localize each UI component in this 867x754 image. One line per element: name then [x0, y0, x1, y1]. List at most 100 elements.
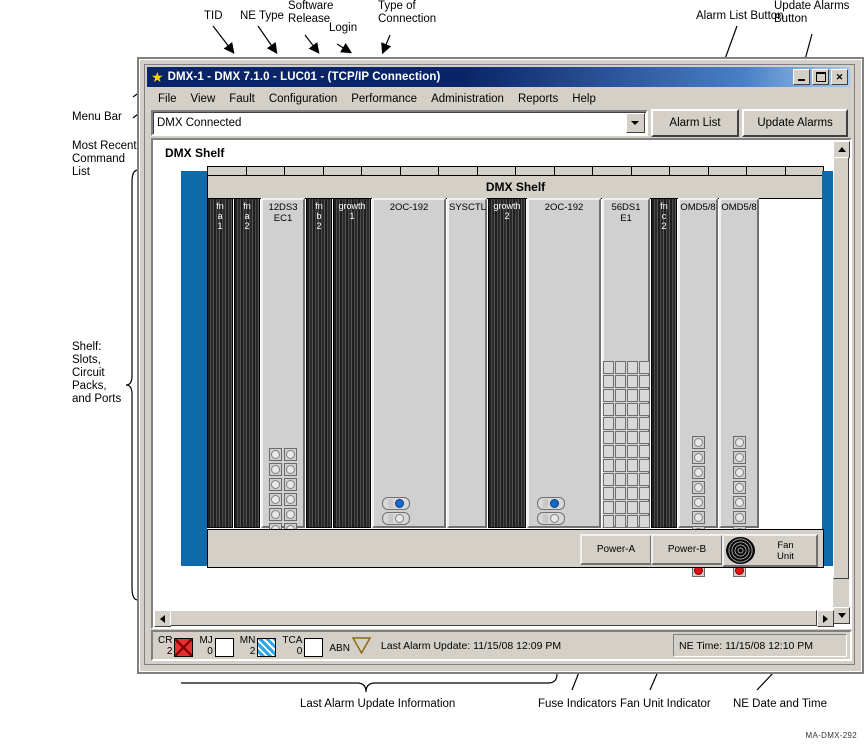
title-bar[interactable]: ★ DMX-1 - DMX 7.1.0 - LUC01 - (TCP/IP Co… — [147, 67, 850, 87]
port-indicator[interactable] — [691, 496, 705, 509]
optical-port[interactable] — [537, 497, 565, 510]
alarm-list-button[interactable]: Alarm List — [650, 108, 740, 137]
port-indicator[interactable] — [691, 466, 705, 479]
most-recent-command-combobox[interactable]: DMX Connected — [151, 109, 648, 136]
port-indicator[interactable] — [614, 416, 626, 430]
circuit-pack-sysctl-7[interactable]: SYSCTL — [447, 198, 487, 528]
horizontal-scrollbar-thumb[interactable] — [170, 610, 817, 626]
port-indicator[interactable] — [269, 463, 282, 476]
circuit-pack-fnb2-4[interactable]: fn b 2 — [306, 198, 332, 528]
vertical-scrollbar-thumb[interactable] — [833, 157, 849, 579]
update-alarms-button[interactable]: Update Alarms — [742, 108, 849, 137]
scroll-right-button[interactable] — [817, 610, 834, 627]
circuit-pack-growth2-8[interactable]: growth 2 — [488, 198, 526, 528]
port-indicator[interactable] — [638, 500, 650, 514]
port-indicator[interactable] — [269, 478, 282, 491]
port-indicator[interactable] — [284, 508, 297, 521]
port-indicator[interactable] — [691, 436, 705, 449]
alarm-count-mj[interactable]: MJ 0 — [199, 635, 234, 657]
minimize-button[interactable] — [793, 69, 810, 85]
port-indicator[interactable] — [614, 388, 626, 402]
port-indicator[interactable] — [284, 463, 297, 476]
scroll-down-button[interactable] — [833, 607, 850, 624]
port-indicator[interactable] — [626, 430, 638, 444]
port-indicator[interactable] — [626, 360, 638, 374]
port-indicator[interactable] — [626, 416, 638, 430]
port-indicator[interactable] — [691, 451, 705, 464]
port-indicator[interactable] — [691, 511, 705, 524]
circuit-pack-56ds1e1-10[interactable]: 56DS1 E1 — [602, 198, 650, 556]
port-indicator[interactable] — [626, 472, 638, 486]
port-indicator[interactable] — [284, 478, 297, 491]
port-indicator[interactable] — [602, 514, 614, 528]
port-indicator[interactable] — [602, 388, 614, 402]
port-indicator[interactable] — [614, 514, 626, 528]
port-indicator[interactable] — [638, 486, 650, 500]
port-indicator[interactable] — [638, 472, 650, 486]
menu-item-file[interactable]: File — [151, 92, 184, 106]
menu-item-reports[interactable]: Reports — [511, 92, 565, 106]
port-indicator[interactable] — [638, 374, 650, 388]
optical-port[interactable] — [382, 497, 410, 510]
menu-item-performance[interactable]: Performance — [344, 92, 424, 106]
optical-port[interactable] — [537, 512, 565, 525]
port-indicator[interactable] — [602, 360, 614, 374]
port-indicator[interactable] — [732, 466, 746, 479]
scroll-up-button[interactable] — [833, 141, 850, 158]
scroll-left-button[interactable] — [154, 610, 171, 627]
alarm-count-abn[interactable]: ABN — [329, 637, 371, 654]
port-indicator[interactable] — [602, 416, 614, 430]
circuit-pack-fna2-2[interactable]: fn a 2 — [234, 198, 260, 528]
port-indicator[interactable] — [614, 360, 626, 374]
maximize-button[interactable] — [812, 69, 829, 85]
menu-item-help[interactable]: Help — [565, 92, 603, 106]
port-indicator[interactable] — [638, 416, 650, 430]
port-indicator[interactable] — [732, 511, 746, 524]
port-indicator[interactable] — [626, 458, 638, 472]
port-indicator[interactable] — [732, 496, 746, 509]
menu-item-configuration[interactable]: Configuration — [262, 92, 344, 106]
port-indicator[interactable] — [602, 486, 614, 500]
menu-item-fault[interactable]: Fault — [222, 92, 262, 106]
port-indicator[interactable] — [732, 451, 746, 464]
port-indicator[interactable] — [626, 500, 638, 514]
port-indicator[interactable] — [614, 500, 626, 514]
port-indicator[interactable] — [602, 402, 614, 416]
port-indicator[interactable] — [602, 374, 614, 388]
alarm-count-mn[interactable]: MN 2 — [240, 635, 277, 657]
port-indicator[interactable] — [626, 402, 638, 416]
fuse-indicator-power-b[interactable]: Power-B — [651, 534, 723, 565]
port-indicator[interactable] — [638, 458, 650, 472]
fan-unit-indicator[interactable]: Fan Unit — [722, 534, 818, 567]
fuse-indicator-power-a[interactable]: Power-A — [580, 534, 652, 565]
circuit-pack-growth1-5[interactable]: growth 1 — [333, 198, 371, 528]
port-indicator[interactable] — [602, 430, 614, 444]
vertical-scrollbar[interactable] — [833, 141, 850, 624]
horizontal-scrollbar[interactable] — [154, 610, 834, 627]
close-button[interactable]: ✕ — [831, 69, 848, 85]
menu-item-view[interactable]: View — [184, 92, 223, 106]
port-indicator[interactable] — [614, 430, 626, 444]
circuit-pack-fnc2-11[interactable]: fn c 2 — [651, 198, 677, 528]
port-indicator[interactable] — [284, 493, 297, 506]
port-indicator[interactable] — [638, 402, 650, 416]
menu-item-administration[interactable]: Administration — [424, 92, 511, 106]
port-indicator[interactable] — [638, 388, 650, 402]
port-indicator[interactable] — [626, 388, 638, 402]
port-indicator[interactable] — [691, 481, 705, 494]
port-indicator[interactable] — [269, 448, 282, 461]
port-indicator[interactable] — [269, 508, 282, 521]
circuit-pack-omd58-13[interactable]: OMD5/8 — [719, 198, 759, 577]
alarm-count-cr[interactable]: CR 2 — [158, 635, 194, 657]
port-indicator[interactable] — [614, 472, 626, 486]
port-indicator[interactable] — [626, 486, 638, 500]
circuit-pack-omd58-12[interactable]: OMD5/8 — [678, 198, 718, 577]
chevron-down-icon[interactable] — [625, 112, 645, 133]
port-indicator[interactable] — [602, 500, 614, 514]
port-indicator[interactable] — [638, 360, 650, 374]
alarm-count-tca[interactable]: TCA 0 — [282, 635, 324, 657]
circuit-pack-12ds3ec1-3[interactable]: 12DS3 EC1 — [261, 198, 305, 536]
port-indicator[interactable] — [614, 486, 626, 500]
port-indicator[interactable] — [732, 481, 746, 494]
port-indicator[interactable] — [638, 444, 650, 458]
